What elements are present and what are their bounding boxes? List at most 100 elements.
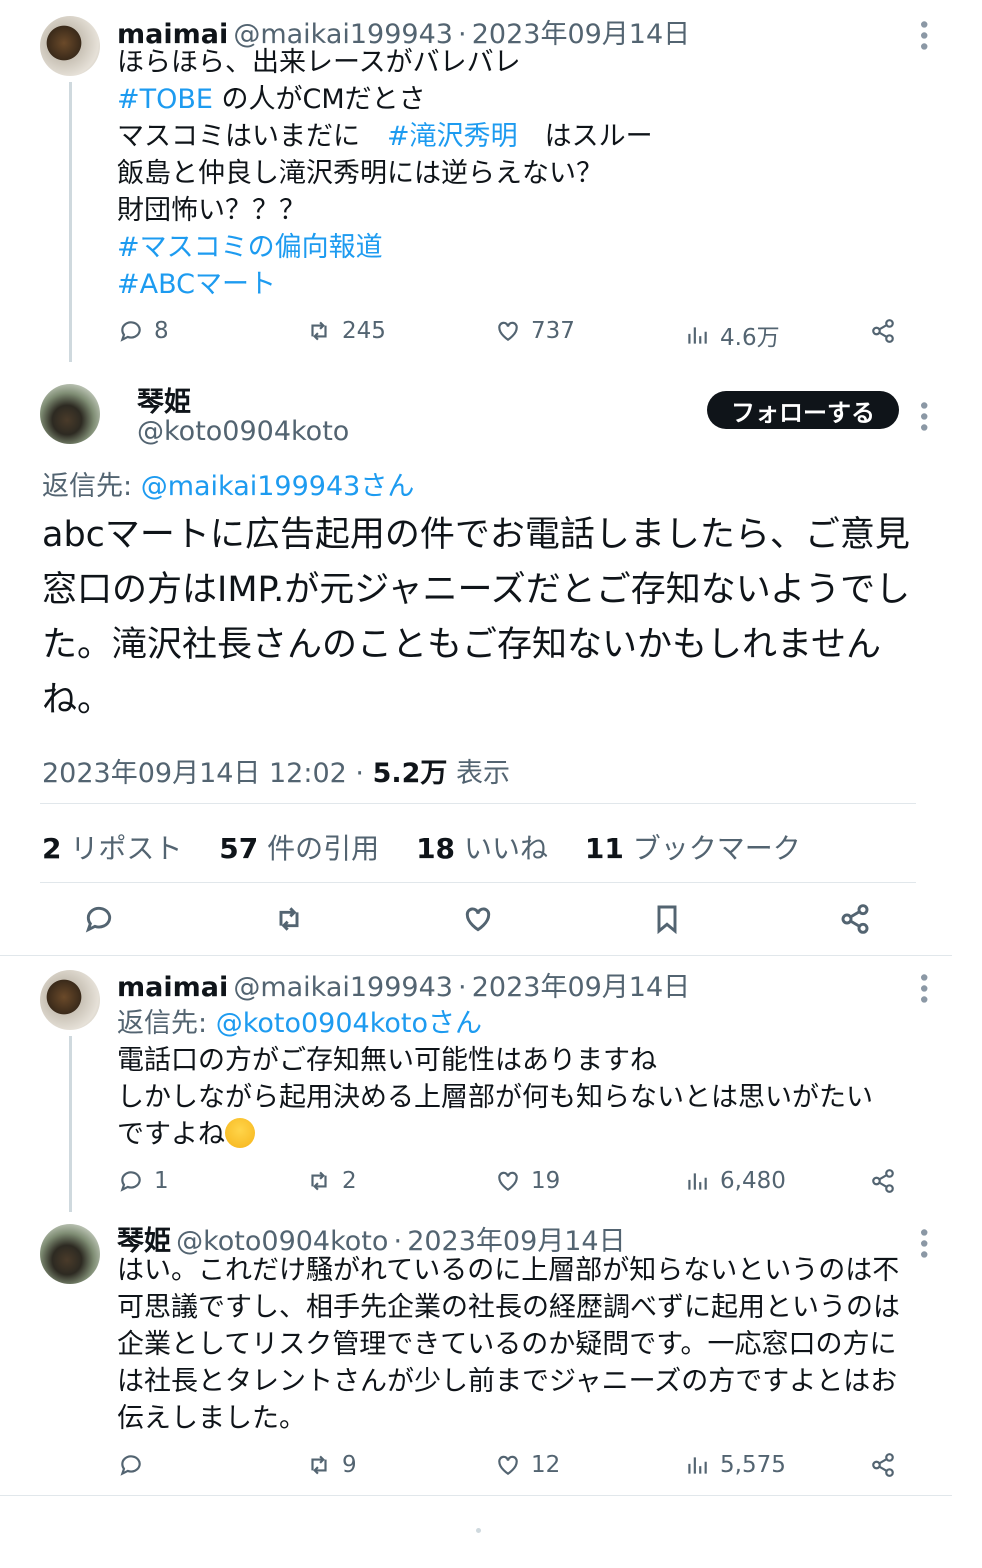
share-button[interactable] — [870, 1452, 896, 1478]
more-icon[interactable]: ••• — [910, 399, 935, 432]
repost-count: 245 — [342, 318, 386, 344]
reply-button[interactable] — [83, 903, 115, 935]
reply-to-link[interactable]: @maikai199943さん — [141, 471, 415, 502]
analytics-icon — [688, 1173, 707, 1190]
tweet-line: ほらほら、出来レースがバレバレ — [117, 47, 521, 78]
stat-label: ブックマーク — [623, 832, 801, 865]
hashtag-link[interactable]: #ABCマート — [117, 269, 276, 300]
tweet-text: 電話口の方がご存知無い可能性はありますね しかしながら起用決める上層部が何も知ら… — [117, 1042, 917, 1153]
tweet-line-text: マスコミはいまだに — [117, 121, 387, 152]
views-button[interactable]: 4.6万 — [684, 318, 780, 352]
reply-count: 8 — [154, 318, 169, 344]
analytics-icon — [688, 1457, 707, 1474]
like-count: 737 — [531, 318, 575, 344]
reply-button[interactable]: 8 — [118, 318, 169, 344]
avatar[interactable] — [40, 16, 100, 76]
repost-button[interactable]: 9 — [306, 1452, 357, 1478]
timestamp-text[interactable]: 2023年09月14日 12:02 · — [42, 758, 373, 789]
repost-icon — [311, 1171, 327, 1191]
share-button[interactable] — [870, 1168, 896, 1194]
like-button[interactable] — [462, 903, 494, 935]
quote-stat[interactable]: 57 件の引用 — [219, 832, 379, 865]
stat-number: 2 — [42, 832, 62, 865]
views-button[interactable]: 6,480 — [684, 1168, 786, 1194]
separator: · — [458, 972, 467, 1003]
more-icon[interactable]: ••• — [910, 1226, 935, 1259]
user-handle[interactable]: @koto0904koto — [137, 416, 349, 447]
reply-icon — [120, 1455, 141, 1476]
avatar[interactable] — [40, 970, 100, 1030]
like-button[interactable]: 737 — [495, 318, 575, 344]
hashtag-link[interactable]: #滝沢秀明 — [387, 121, 518, 152]
bookmark-button[interactable] — [651, 903, 683, 935]
hashtag-link[interactable]: #マスコミの偏向報道 — [117, 232, 383, 263]
like-stat[interactable]: 18 いいね — [416, 832, 548, 865]
view-count: 6,480 — [720, 1168, 786, 1194]
stat-number: 18 — [416, 832, 456, 865]
like-button[interactable]: 19 — [495, 1168, 560, 1194]
tweet-line-text: はスルー — [517, 121, 653, 152]
display-name[interactable]: maimai — [117, 972, 228, 1003]
divider — [40, 803, 916, 804]
thread-line — [69, 1036, 72, 1212]
share-icon — [872, 1169, 894, 1193]
tweet-line: #TOBE の人がCMだとさ — [117, 81, 917, 118]
stat-label: 件の引用 — [258, 832, 380, 865]
share-button[interactable] — [870, 318, 896, 344]
views-button[interactable]: 5,575 — [684, 1452, 786, 1478]
stat-label: リポスト — [61, 832, 183, 865]
tweet-date[interactable]: 2023年09月14日 — [472, 972, 690, 1003]
repost-button[interactable]: 2 — [306, 1168, 357, 1194]
user-handle[interactable]: @maikai199943 — [233, 972, 453, 1003]
repost-icon — [279, 907, 299, 931]
analytics-icon — [688, 327, 707, 344]
reply-to-label: 返信先: — [117, 1008, 216, 1039]
share-button[interactable] — [839, 903, 871, 935]
repost-stat[interactable]: 2 リポスト — [42, 832, 182, 865]
repost-count: 2 — [342, 1168, 357, 1194]
loading-indicator — [476, 1528, 481, 1533]
share-icon — [872, 319, 894, 343]
repost-button[interactable] — [273, 903, 305, 935]
follow-button[interactable]: フォローする — [707, 391, 899, 429]
bookmark-stat[interactable]: 11 ブックマーク — [585, 832, 801, 865]
avatar[interactable] — [40, 1224, 100, 1284]
like-count: 12 — [531, 1452, 561, 1478]
reply-button[interactable]: 1 — [118, 1168, 169, 1194]
tweet-line: 電話口の方がご存知無い可能性はありますね — [117, 1045, 657, 1076]
reply-to-link[interactable]: @koto0904kotoさん — [216, 1008, 482, 1039]
like-button[interactable]: 12 — [495, 1452, 560, 1478]
views-label: 表示 — [447, 758, 511, 789]
stat-label: いいね — [455, 832, 548, 865]
tweet-timestamp: 2023年09月14日 12:02 · 5.2万 表示 — [42, 751, 510, 790]
repost-button[interactable]: 245 — [306, 318, 386, 344]
divider — [0, 1495, 952, 1496]
tweet-line: 財団怖い？？？ — [117, 195, 306, 226]
grinning-sweat-emoji-icon — [225, 1118, 255, 1148]
tweet-line: マスコミはいまだに #滝沢秀明 はスルー — [117, 118, 917, 155]
tweet-line: #ABCマート — [117, 266, 917, 303]
reply-icon — [85, 906, 112, 933]
reply-icon — [120, 321, 141, 342]
display-name[interactable]: 琴姫 — [137, 380, 191, 419]
bookmark-icon — [657, 905, 677, 935]
reply-count: 1 — [154, 1168, 169, 1194]
thread-line — [69, 82, 72, 362]
tweet-line: しかしながら起用決める上層部が何も知らないとは思いがたい — [117, 1082, 873, 1113]
hashtag-link[interactable]: #TOBE — [117, 84, 213, 115]
tweet-line-text: ですよね — [117, 1119, 225, 1150]
heart-icon — [498, 1455, 518, 1475]
avatar[interactable] — [40, 384, 100, 444]
repost-icon — [311, 321, 327, 341]
tweet-line: #マスコミの偏向報道 — [117, 229, 917, 266]
repost-icon — [311, 1455, 327, 1475]
tweet-header: maimai @maikai199943 · 2023年09月14日 — [117, 965, 690, 1004]
divider — [40, 882, 916, 883]
heart-icon — [498, 1171, 518, 1191]
share-icon — [872, 1453, 894, 1477]
reply-button[interactable] — [118, 1452, 144, 1478]
reply-to: 返信先: @maikai199943さん — [42, 464, 414, 503]
more-icon[interactable]: ••• — [910, 971, 935, 1004]
reply-icon — [120, 1171, 141, 1192]
tweet-text: はい。これだけ騒がれているのに上層部が知らないというのは不可思議ですし、相手先企… — [117, 1255, 900, 1434]
